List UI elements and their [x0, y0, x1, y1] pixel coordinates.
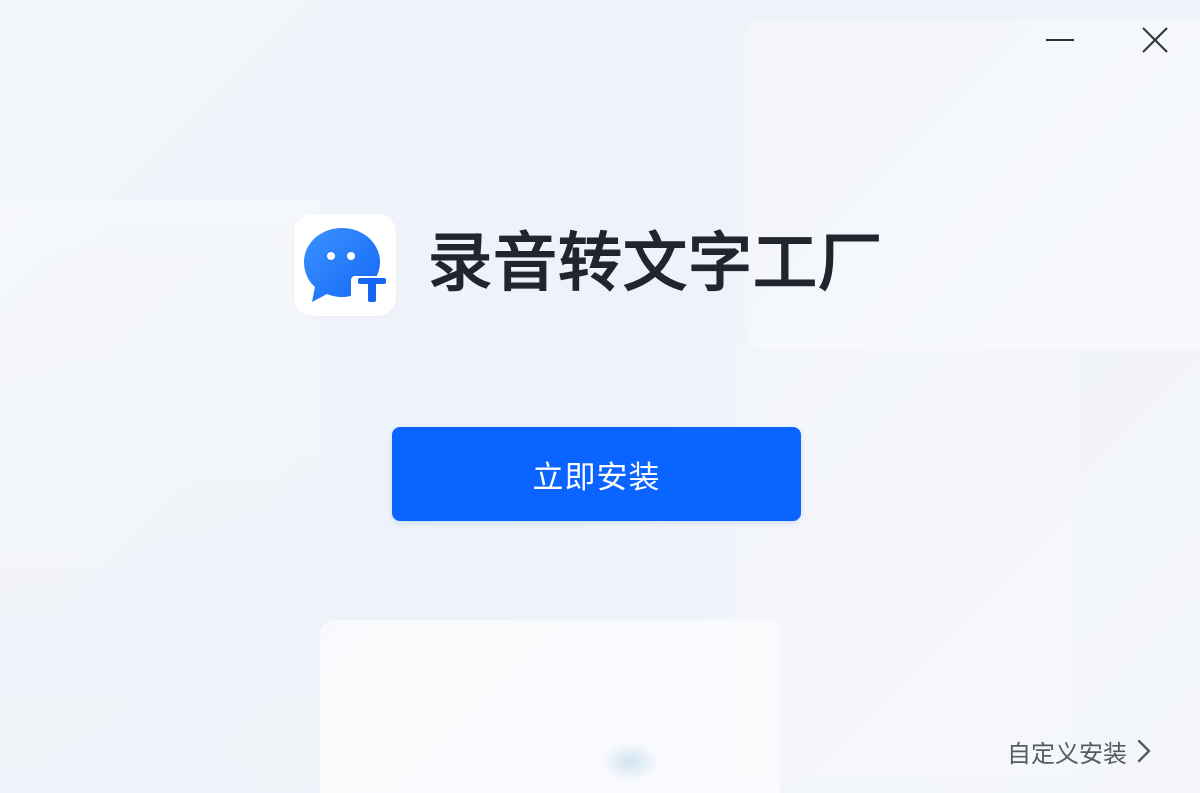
- background-glow: [0, 200, 320, 793]
- minimize-icon: [1046, 39, 1074, 41]
- chevron-right-icon: [1137, 739, 1151, 763]
- install-now-label: 立即安装: [532, 459, 661, 496]
- background-glow: [600, 742, 660, 782]
- custom-install-link[interactable]: 自定义安装: [1007, 731, 1153, 771]
- chat-bubble-text-icon: [304, 228, 391, 302]
- close-button[interactable]: [1133, 18, 1177, 62]
- custom-install-label: 自定义安装: [1007, 739, 1127, 768]
- background-panel: [735, 340, 1075, 780]
- close-icon: [1142, 27, 1168, 53]
- app-title: 录音转文字工厂: [428, 227, 883, 301]
- background-panel: [320, 620, 780, 793]
- minimize-button[interactable]: [1037, 18, 1081, 62]
- install-now-button[interactable]: 立即安装: [392, 427, 801, 521]
- app-logo: [294, 214, 396, 316]
